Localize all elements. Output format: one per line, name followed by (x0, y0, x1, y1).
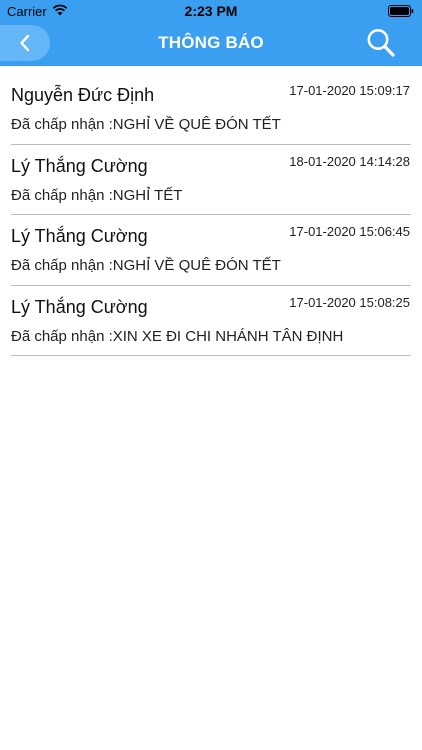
notification-list: Nguyễn Đức Định 17-01-2020 15:09:17 Đã c… (0, 74, 422, 356)
battery-icon (388, 5, 414, 17)
sender-name: Nguyễn Đức Định (11, 85, 155, 105)
status-bar: Carrier 2:23 PM (0, 0, 422, 22)
app-header: Carrier 2:23 PM THÔNG BÁO (0, 0, 422, 66)
notification-time: 17-01-2020 15:09:17 (289, 83, 410, 98)
notification-message: Đã chấp nhận :XIN XE ĐI CHI NHÁNH TÂN ĐỊ… (11, 327, 344, 345)
status-time: 2:23 PM (184, 3, 238, 19)
sender-name: Lý Thắng Cường (11, 296, 148, 317)
page-title: THÔNG BÁO (158, 33, 264, 52)
notification-time: 17-01-2020 15:08:25 (289, 294, 410, 310)
search-icon (367, 29, 395, 57)
sender-name: Lý Thắng Cường (11, 155, 148, 176)
notification-time: 17-01-2020 15:06:45 (289, 224, 410, 239)
notification-item[interactable]: Lý Thắng Cường 18-01-2020 14:14:28 Đã ch… (11, 145, 411, 215)
sender-name: Lý Thắng Cường (11, 226, 148, 246)
search-button[interactable] (366, 27, 396, 59)
notification-message: Đã chấp nhận :NGHỈ TẾT (11, 186, 183, 204)
notification-item[interactable]: Lý Thắng Cường 17-01-2020 15:08:25 Đã ch… (11, 286, 411, 356)
notification-message: Đã chấp nhận :NGHỈ VỀ QUÊ ĐÓN TẾT (11, 116, 281, 133)
notification-message: Đã chấp nhận :NGHỈ VỀ QUÊ ĐÓN TẾT (11, 257, 281, 274)
notification-item[interactable]: Lý Thắng Cường 17-01-2020 15:06:45 Đã ch… (11, 215, 411, 286)
notification-time: 18-01-2020 14:14:28 (289, 153, 410, 169)
notification-item[interactable]: Nguyễn Đức Định 17-01-2020 15:09:17 Đã c… (11, 74, 411, 145)
navigation-bar: THÔNG BÁO (0, 22, 422, 66)
